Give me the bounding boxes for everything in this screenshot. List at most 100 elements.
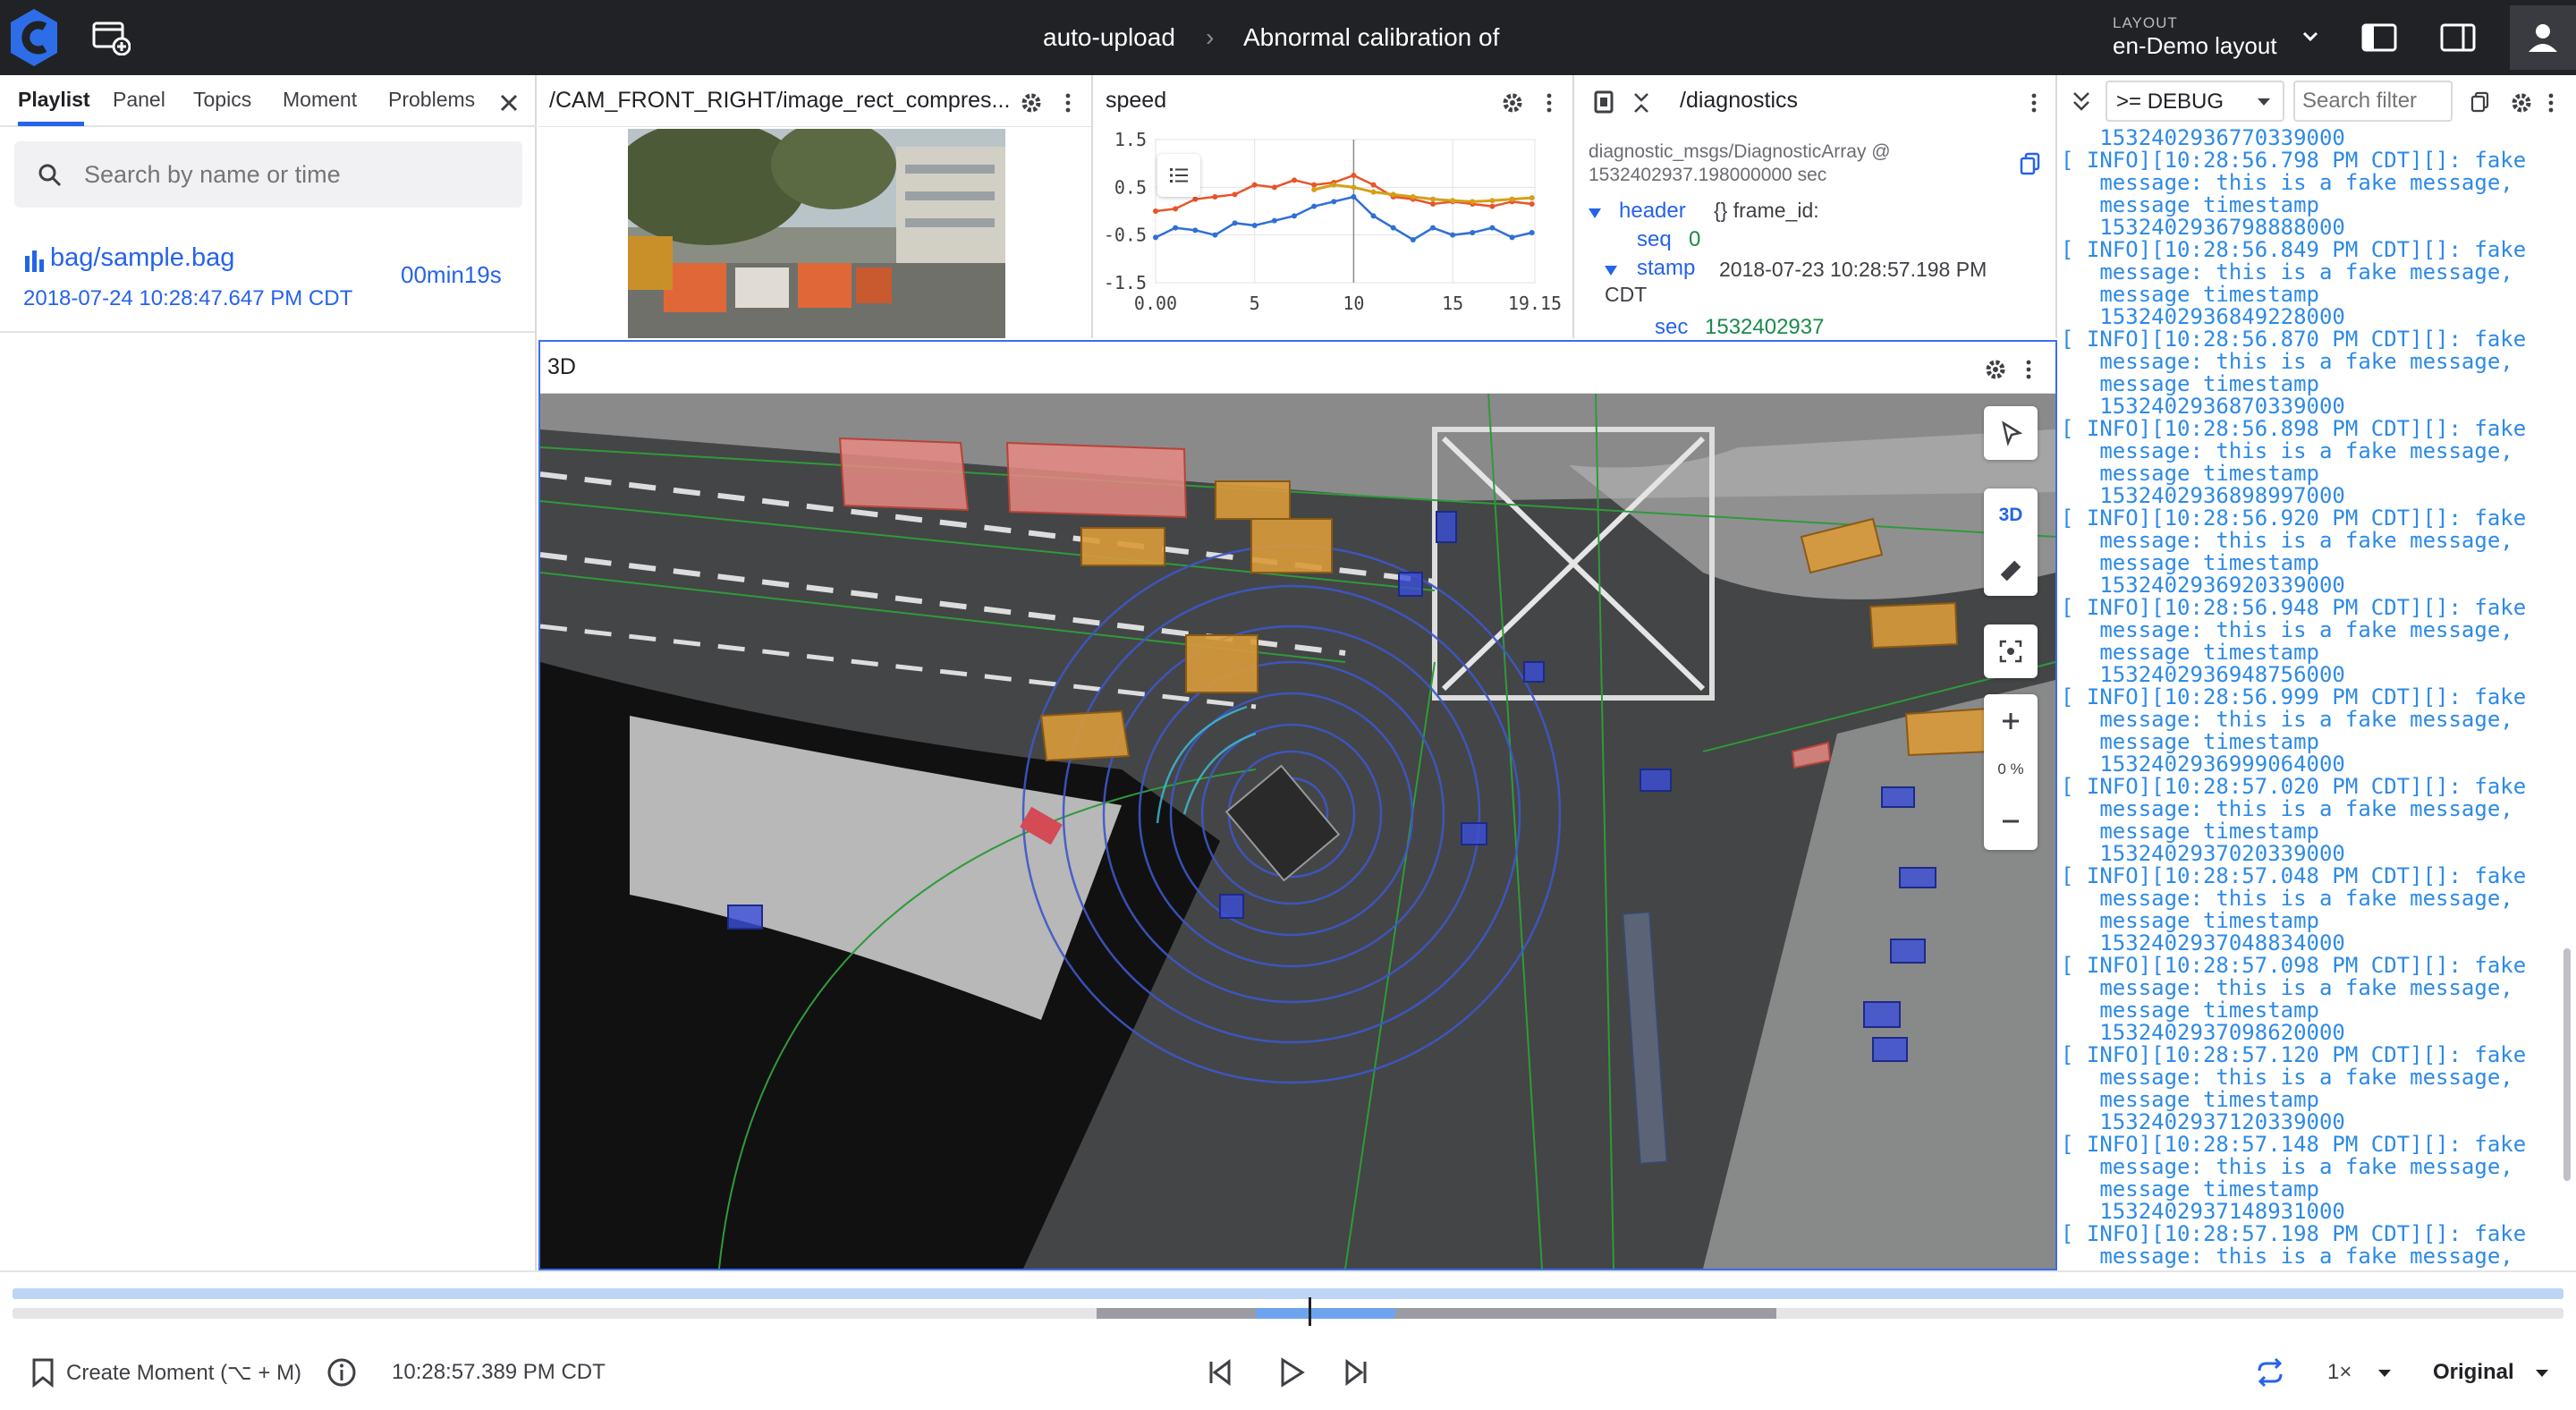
copy-panel-icon[interactable]: [1592, 89, 1617, 116]
log-filter[interactable]: [2293, 81, 2453, 122]
header-key[interactable]: header: [1619, 199, 1686, 224]
collapse-double-chevron-icon[interactable]: [2070, 89, 2093, 115]
layout-selector[interactable]: en-Demo layout: [2113, 32, 2277, 60]
log-line: message timestamp: [2061, 192, 2319, 217]
expand-triangle-icon[interactable]: [1603, 263, 1619, 277]
log-line: [ INFO][10:28:56.849 PM CDT][]: fake: [2061, 237, 2527, 262]
y-tick-label: -0.5: [1104, 225, 1147, 246]
x-tick-label: 10: [1343, 293, 1364, 314]
copy-icon[interactable]: [2470, 91, 2490, 113]
bag-duration: 00min19s: [401, 261, 502, 288]
focus-icon: [1999, 640, 2022, 663]
tab-problems[interactable]: Problems: [388, 88, 475, 112]
series-point: [1450, 232, 1456, 238]
3d-panel: 3D 3D 0 %: [538, 340, 2057, 1270]
timeline-track[interactable]: [13, 1308, 2563, 1319]
series-point: [1390, 225, 1396, 231]
tab-topics[interactable]: Topics: [193, 88, 251, 112]
log-line: [ INFO][10:28:57.120 PM CDT][]: fake: [2061, 1042, 2527, 1067]
left-sidebar-toggle-icon[interactable]: [2358, 18, 2401, 57]
3d-panel-header[interactable]: 3D: [540, 342, 2055, 394]
dropdown-caret-icon[interactable]: [2367, 1355, 2402, 1390]
series-point: [1331, 199, 1337, 205]
x-tick-label: 0.00: [1134, 293, 1177, 314]
playlist-search-input[interactable]: [84, 154, 504, 195]
select-tool-button[interactable]: [1984, 406, 2038, 460]
tab-moment[interactable]: Moment: [283, 88, 357, 112]
log-line: message: this is a fake message,: [2061, 170, 2513, 195]
pointer-icon: [2002, 420, 2023, 446]
more-options-icon[interactable]: [2546, 91, 2556, 115]
seq-key: seq: [1637, 227, 1672, 251]
create-moment-button[interactable]: Create Moment (⌥ + M): [66, 1360, 301, 1386]
gear-icon[interactable]: [1020, 91, 1043, 115]
more-options-icon[interactable]: [1544, 91, 1555, 115]
current-time[interactable]: 10:28:57.389 PM CDT: [392, 1360, 606, 1385]
log-line: message: this is a fake message,: [2061, 975, 2513, 1000]
more-options-icon[interactable]: [2029, 91, 2039, 115]
more-options-icon[interactable]: [1063, 91, 1073, 115]
expand-triangle-icon[interactable]: [1587, 206, 1603, 220]
app-logo-icon[interactable]: [5, 5, 63, 70]
3d-scene-view[interactable]: [540, 394, 2055, 1269]
breadcrumb-event[interactable]: Abnormal calibration of: [1243, 0, 1499, 75]
gear-icon[interactable]: [2510, 91, 2533, 115]
diagnostics-topic-title[interactable]: /diagnostics: [1680, 88, 1798, 114]
log-line: [ INFO][10:28:56.870 PM CDT][]: fake: [2061, 327, 2527, 352]
close-sidebar-icon[interactable]: [494, 88, 524, 118]
bag-name[interactable]: bag/sample.bag: [50, 243, 234, 273]
stamp-key[interactable]: stamp: [1637, 256, 1695, 281]
dropdown-caret-icon[interactable]: [2524, 1355, 2560, 1390]
playlist-item[interactable]: bag/sample.bag 2018-07-24 10:28:47.647 P…: [0, 225, 535, 333]
camera-topic-title[interactable]: /CAM_FRONT_RIGHT/image_rect_compres...: [549, 88, 1010, 114]
speed-panel-header[interactable]: speed: [1095, 75, 1572, 127]
playhead[interactable]: [1309, 1297, 1311, 1326]
zoom-out-icon[interactable]: [1998, 809, 2023, 834]
info-icon[interactable]: [324, 1355, 360, 1390]
stamp-value: 2018-07-23 10:28:57.198 PM: [1719, 258, 1987, 281]
series-point: [1410, 237, 1416, 242]
loop-icon[interactable]: [2252, 1355, 2288, 1390]
series-point: [1331, 182, 1337, 188]
breadcrumb-source[interactable]: auto-upload: [1043, 0, 1175, 75]
diagnostics-panel-header[interactable]: /diagnostics: [1576, 75, 2055, 127]
message-type: diagnostic_msgs/DiagnosticArray @: [1589, 141, 1891, 162]
series-point: [1529, 201, 1535, 207]
series-point: [1173, 225, 1179, 231]
tab-panel[interactable]: Panel: [113, 88, 165, 112]
3d-mode-toggle[interactable]: 3D: [1984, 505, 2038, 526]
series-point: [1311, 203, 1318, 209]
timeline-range[interactable]: [13, 1288, 2563, 1299]
gear-icon[interactable]: [1984, 358, 2007, 381]
right-sidebar-toggle-icon[interactable]: [2436, 18, 2479, 57]
playback-speed[interactable]: 1×: [2327, 1360, 2351, 1385]
play-icon[interactable]: [1272, 1355, 1308, 1390]
ruler-icon[interactable]: [1998, 558, 2023, 583]
log-line: message: this is a fake message,: [2061, 796, 2513, 821]
recenter-button[interactable]: [1984, 624, 2038, 678]
log-scrollbar[interactable]: [2563, 948, 2571, 1181]
gear-icon[interactable]: [1501, 91, 1524, 115]
new-window-icon[interactable]: [91, 20, 131, 55]
copy-icon[interactable]: [2020, 152, 2041, 175]
chevron-down-icon[interactable]: [2297, 23, 2324, 50]
series-point: [1351, 194, 1357, 200]
legend-toggle-button[interactable]: [1157, 154, 1200, 197]
tab-playlist[interactable]: Playlist: [18, 88, 90, 112]
user-menu-button[interactable]: [2510, 5, 2576, 70]
log-filter-input[interactable]: [2302, 88, 2445, 115]
skip-forward-icon[interactable]: [1340, 1355, 1376, 1390]
bookmark-icon[interactable]: [25, 1355, 61, 1390]
log-line: 1532402937020339000: [2061, 841, 2345, 866]
log-list[interactable]: 1532402936770339000[ INFO][10:28:56.798 …: [2059, 127, 2560, 1270]
zoom-in-icon[interactable]: [1998, 709, 2023, 734]
log-line: [ INFO][10:28:57.020 PM CDT][]: fake: [2061, 774, 2527, 799]
collapse-icon[interactable]: [1631, 91, 1651, 115]
time-format-select[interactable]: Original: [2433, 1360, 2514, 1385]
playlist-search[interactable]: [14, 141, 522, 208]
more-options-icon[interactable]: [2023, 358, 2034, 381]
diagnostics-panel: /diagnostics diagnostic_msgs/DiagnosticA…: [1576, 75, 2057, 338]
log-level-select[interactable]: >= DEBUG: [2106, 81, 2284, 122]
camera-panel-header[interactable]: /CAM_FRONT_RIGHT/image_rect_compres...: [538, 75, 1091, 127]
skip-back-icon[interactable]: [1200, 1355, 1236, 1390]
